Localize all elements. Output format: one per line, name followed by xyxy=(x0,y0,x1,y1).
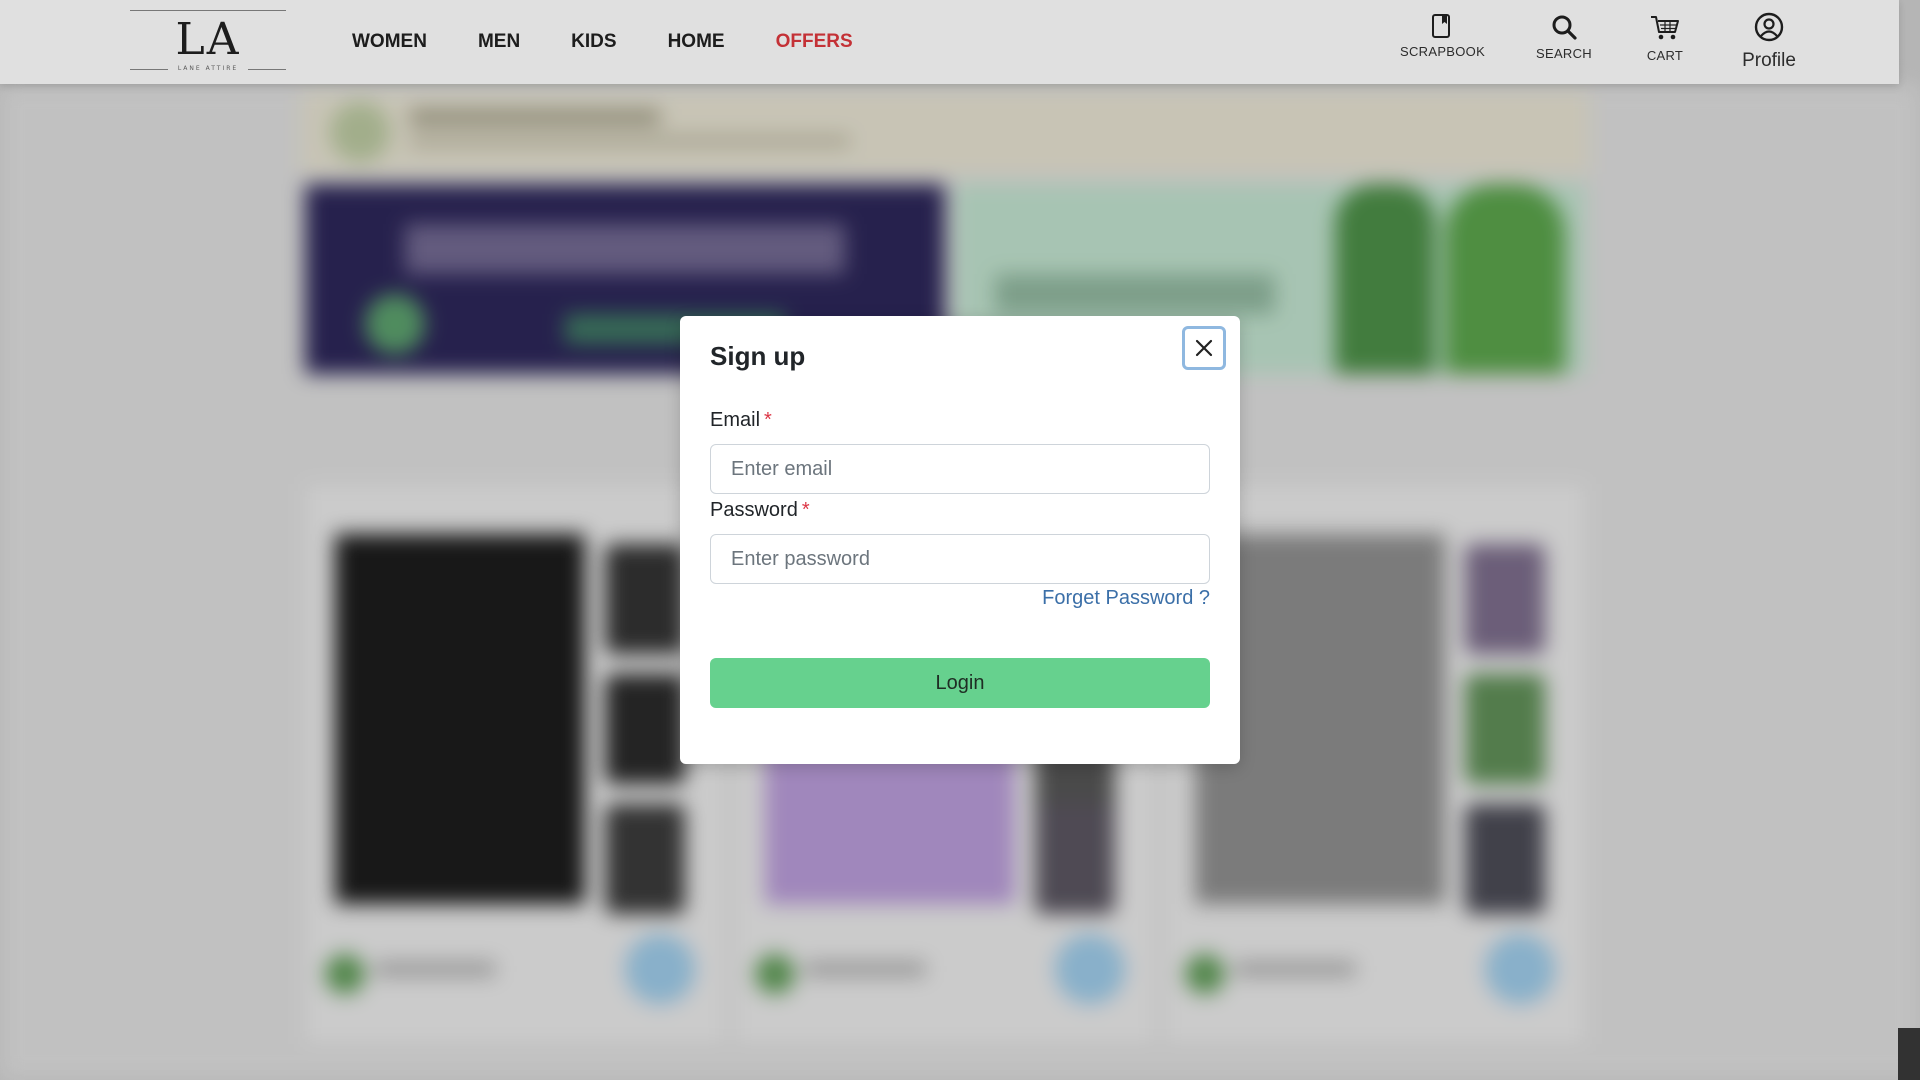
forgot-password-link[interactable]: Forget Password ? xyxy=(1042,586,1210,610)
email-label-text: Email xyxy=(710,409,761,431)
password-field[interactable] xyxy=(710,534,1210,584)
login-button[interactable]: Login xyxy=(710,658,1210,708)
email-label: Email * xyxy=(710,408,772,432)
close-button[interactable] xyxy=(1182,326,1226,370)
signup-modal: Sign up Email* Password* Forget Password… xyxy=(680,316,1240,764)
modal-title: Sign up xyxy=(710,341,806,371)
required-marker: * xyxy=(801,499,810,521)
required-marker: * xyxy=(764,409,772,431)
password-label-text: Password xyxy=(710,499,798,521)
password-label: Password * xyxy=(710,498,810,522)
close-icon xyxy=(1195,339,1213,357)
email-field[interactable] xyxy=(710,444,1210,494)
